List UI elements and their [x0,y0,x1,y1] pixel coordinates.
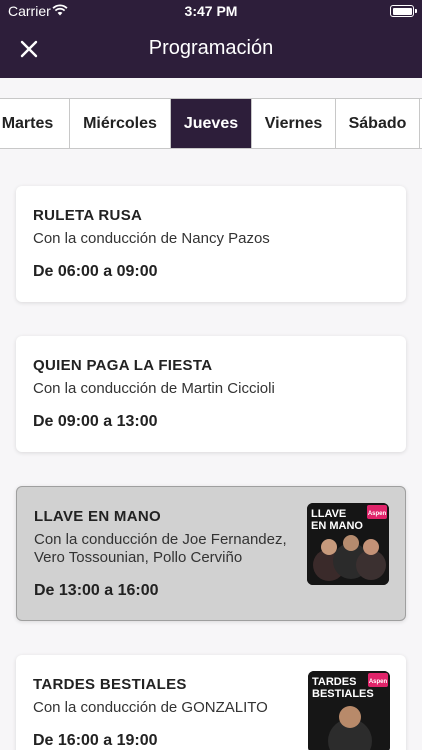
thumb-title-2: BESTIALES [312,688,374,700]
program-card[interactable]: TARDES BESTIALES Con la conducción de GO… [16,655,406,750]
program-card-current[interactable]: LLAVE EN MANO Con la conducción de Joe F… [16,486,406,621]
program-card[interactable]: RULETA RUSA Con la conducción de Nancy P… [16,186,406,302]
program-card[interactable]: QUIEN PAGA LA FIESTA Con la conducción d… [16,336,406,452]
battery-icon [390,5,417,17]
program-host-line-1: Con la conducción de Joe Fernandez, [34,531,287,548]
thumb-title-2: EN MANO [311,520,363,532]
tab-sabado[interactable]: Sábado [336,99,420,148]
program-hours: De 13:00 a 16:00 [34,582,159,599]
status-bar: Carrier 3:47 PM [0,0,422,22]
program-name: RULETA RUSA [33,207,143,224]
page-title: Programación [148,37,274,59]
program-host: Con la conducción de Nancy Pazos [33,230,270,247]
program-hours: De 06:00 a 09:00 [33,263,158,280]
program-thumbnail: Aspen LLAVE EN MANO [307,503,389,585]
thumb-badge: Aspen [369,679,388,685]
thumb-title-1: TARDES [312,676,356,688]
thumb-badge: Aspen [368,511,387,517]
tab-miercoles[interactable]: Miércoles [70,99,171,148]
day-tabs: Martes Miércoles Jueves Viernes Sábado [0,98,422,149]
tab-martes[interactable]: Martes [0,99,70,148]
program-name: LLAVE EN MANO [34,508,161,525]
thumb-title-1: LLAVE [311,508,346,520]
program-thumbnail: Aspen TARDES BESTIALES [308,671,390,750]
program-host: Con la conducción de Martin Ciccioli [33,380,275,397]
program-host-line-2: Vero Tossounian, Pollo Cerviño [34,549,243,566]
program-name: TARDES BESTIALES [33,676,187,693]
clock: 3:47 PM [184,3,238,19]
top-bar: Carrier 3:47 PM Programación [0,0,422,78]
program-name: QUIEN PAGA LA FIESTA [33,357,213,374]
program-hours: De 16:00 a 19:00 [33,732,158,749]
program-hours: De 09:00 a 13:00 [33,413,158,430]
tab-viernes[interactable]: Viernes [252,99,336,148]
tab-jueves[interactable]: Jueves [171,99,252,148]
program-host: Con la conducción de GONZALITO [33,699,268,716]
